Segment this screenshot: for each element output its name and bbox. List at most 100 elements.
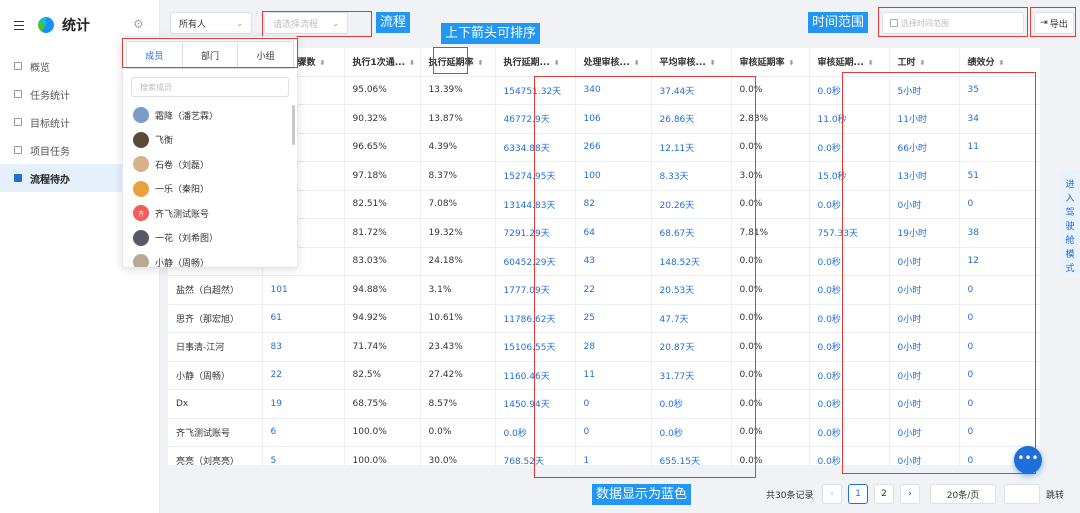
goto-label: 跳转	[1046, 490, 1065, 501]
table-cell: 盐然（白超然）	[168, 275, 263, 305]
sidebar-item-label: 概览	[30, 62, 50, 74]
member-item[interactable]: 一乐（秦阳）	[123, 177, 297, 202]
next-page-button[interactable]: ›	[900, 484, 920, 504]
table-cell: 71.74%	[344, 332, 421, 362]
owner-select-value: 所有人	[179, 19, 207, 30]
prev-page-button[interactable]: ‹	[822, 484, 842, 504]
avatar	[133, 254, 149, 267]
column-header[interactable]: 执行1次通... ⬍	[344, 48, 421, 77]
annotation-box-process	[262, 11, 372, 37]
nav-item-icon	[14, 62, 22, 70]
column-header-label: 绩效分	[967, 58, 995, 69]
pagination-total: 共30条记录	[766, 490, 814, 501]
member-item[interactable]: 小静（周畅）	[123, 250, 297, 268]
table-cell: Dx	[168, 389, 263, 419]
table-cell: 97.18%	[344, 161, 421, 191]
table-cell: 8.57%	[420, 389, 496, 419]
member-name: 一乐（秦阳）	[155, 185, 210, 196]
table-cell: 81.72%	[344, 218, 421, 248]
table-cell: 82.51%	[344, 190, 421, 219]
table-cell: 94.92%	[344, 304, 421, 333]
member-name: 小静（周畅）	[155, 258, 210, 268]
page-1-button[interactable]: 1	[848, 484, 868, 504]
page-size-select[interactable]: 20条/页	[930, 484, 996, 504]
table-cell: 小静（周畅）	[168, 361, 263, 390]
table-cell: 日事清-江河	[168, 332, 263, 362]
member-item[interactable]: 霜降（潘艺霖）	[123, 103, 297, 128]
table-cell[interactable]: 61	[262, 304, 345, 333]
sidebar-item-label: 流程待办	[30, 174, 70, 186]
avatar	[133, 107, 149, 124]
sort-icon[interactable]: ⬍	[554, 59, 560, 67]
table-cell[interactable]: 6	[262, 418, 345, 447]
nav-item-icon	[14, 90, 22, 98]
sort-icon[interactable]: ⬍	[320, 59, 326, 67]
member-item[interactable]: 飞衡	[123, 128, 297, 153]
annotation-box-time	[878, 7, 1028, 37]
column-header[interactable]: 审核延期率 ⬍	[731, 48, 810, 77]
column-header-label: 执行1次通...	[352, 58, 406, 69]
member-item[interactable]: 齐齐飞测试账号	[123, 201, 297, 226]
table-cell: 13.39%	[420, 76, 496, 105]
table-cell: 100.0%	[344, 418, 421, 447]
member-name: 一花（刘希图）	[155, 234, 219, 245]
table-cell[interactable]: 101	[262, 275, 345, 305]
member-item[interactable]: 一花（刘希图）	[123, 226, 297, 251]
table-cell[interactable]: 5	[262, 446, 345, 465]
column-header-label: 平均审核...	[659, 58, 706, 69]
table-cell: 90.32%	[344, 104, 421, 134]
nav-item-icon	[14, 174, 22, 182]
avatar: 齐	[133, 205, 149, 222]
sort-icon[interactable]: ⬍	[868, 59, 874, 67]
annotation-blue: 数据显示为蓝色	[592, 484, 692, 505]
dropdown-scrollbar[interactable]	[292, 105, 295, 145]
sort-icon[interactable]: ⬍	[710, 59, 716, 67]
annotation-time: 时间范围	[808, 12, 869, 33]
table-cell: 7.08%	[420, 190, 496, 219]
gear-icon[interactable]: ⚙	[133, 18, 145, 30]
table-cell: 24.18%	[420, 247, 496, 276]
cockpit-mode-tab[interactable]: 进入驾驶舱模式	[1060, 170, 1080, 274]
annotation-box-export	[1030, 7, 1076, 37]
sort-icon[interactable]: ⬍	[478, 59, 484, 67]
page-2-button[interactable]: 2	[874, 484, 894, 504]
annotation-box-blue-data-1	[534, 76, 756, 478]
column-header[interactable]: 平均审核... ⬍	[651, 48, 732, 77]
sort-icon[interactable]: ⬍	[999, 59, 1005, 67]
member-search-input[interactable]: 搜索成员	[131, 77, 289, 97]
table-cell: 10.61%	[420, 304, 496, 333]
table-cell: 96.65%	[344, 133, 421, 162]
table-cell: 0.0%	[420, 418, 496, 447]
table-cell[interactable]: 19	[262, 389, 345, 419]
member-item[interactable]: 石卷（刘磊）	[123, 152, 297, 177]
table-cell: 4.39%	[420, 133, 496, 162]
column-header-label: 工时	[897, 58, 916, 69]
sort-icon[interactable]: ⬍	[920, 59, 926, 67]
member-name: 石卷（刘磊）	[155, 160, 210, 171]
app-logo-icon	[38, 17, 54, 33]
table-cell[interactable]: 83	[262, 332, 345, 362]
table-cell: 27.42%	[420, 361, 496, 390]
nav-item-icon	[14, 118, 22, 126]
member-list: 霜降（潘艺霖） 飞衡石卷（刘磊） 一乐（秦阳） 齐齐飞测试账号一花（刘希图） 小静（周畅…	[123, 103, 297, 268]
sort-icon[interactable]: ⬍	[634, 59, 640, 67]
table-cell: 30.0%	[420, 446, 496, 465]
owner-select[interactable]: 所有人 ⌄	[170, 12, 252, 34]
table-cell[interactable]: 22	[262, 361, 345, 390]
menu-icon[interactable]	[14, 20, 24, 31]
table-cell: 8.37%	[420, 161, 496, 191]
sort-icon[interactable]: ⬍	[789, 59, 795, 67]
table-cell: 齐飞测试账号	[168, 418, 263, 447]
annotation-box-blue-data-2	[842, 72, 1036, 474]
goto-page-input[interactable]	[1004, 484, 1040, 504]
avatar	[133, 131, 149, 148]
table-cell: 3.1%	[420, 275, 496, 305]
table-cell: 68.75%	[344, 389, 421, 419]
column-header[interactable]: 处理审核... ⬍	[575, 48, 652, 77]
table-cell: 83.03%	[344, 247, 421, 276]
column-header[interactable]: 执行延期... ⬍	[495, 48, 576, 77]
table-cell: 亮亮（刘亮亮）	[168, 446, 263, 465]
sort-icon[interactable]: ⬍	[409, 59, 415, 67]
member-name: 霜降（潘艺霖）	[155, 111, 219, 122]
more-actions-button[interactable]: •••	[1014, 446, 1042, 474]
